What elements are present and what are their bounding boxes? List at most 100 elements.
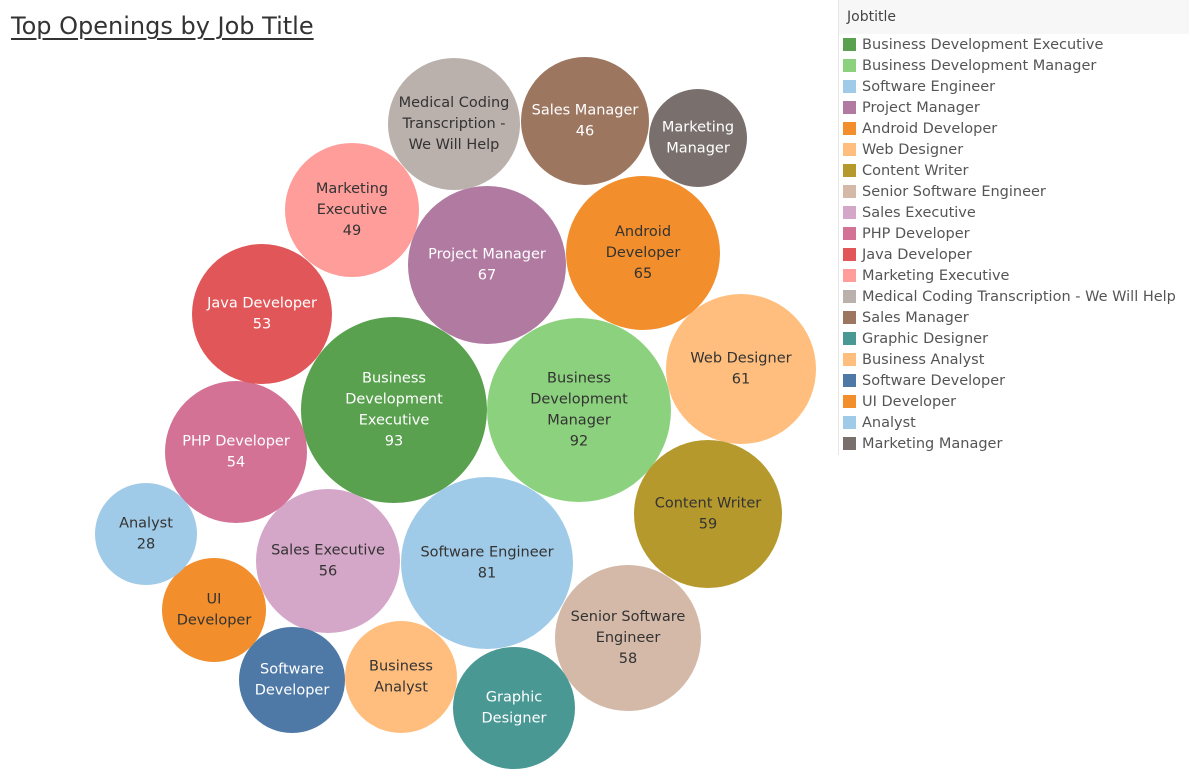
legend-item-medical-coding-transcription-we-will-help[interactable]: Medical Coding Transcription - We Will H… bbox=[839, 286, 1189, 307]
bubble-project-manager[interactable]: Project Manager 67 bbox=[408, 186, 566, 344]
legend-item-software-developer[interactable]: Software Developer bbox=[839, 370, 1189, 391]
bubble-circle[interactable] bbox=[239, 627, 345, 733]
bubble-label: Business bbox=[547, 371, 611, 387]
legend-item-content-writer[interactable]: Content Writer bbox=[839, 160, 1189, 181]
bubble-android-developer[interactable]: Android Developer 65 bbox=[566, 176, 720, 330]
bubble-circle[interactable] bbox=[634, 440, 782, 588]
legend-item-ui-developer[interactable]: UI Developer bbox=[839, 391, 1189, 412]
bubble-circle[interactable] bbox=[666, 294, 816, 444]
legend-label: Analyst bbox=[862, 414, 916, 431]
legend-label: Content Writer bbox=[862, 162, 969, 179]
bubble-circle[interactable] bbox=[401, 477, 573, 649]
legend-label: Sales Manager bbox=[862, 309, 969, 326]
bubble-label: Business bbox=[362, 371, 426, 387]
bubble-label: Sales Manager bbox=[532, 103, 639, 119]
bubble-java-developer[interactable]: Java Developer 53 bbox=[192, 244, 332, 384]
bubble-software-developer[interactable]: Software Developer bbox=[239, 627, 345, 733]
bubble-web-designer[interactable]: Web Designer 61 bbox=[666, 294, 816, 444]
bubble-circle[interactable] bbox=[345, 621, 457, 733]
legend-swatch bbox=[843, 227, 856, 240]
bubble-label: Senior Software bbox=[571, 609, 686, 625]
bubble-label: Marketing bbox=[662, 120, 734, 136]
legend-swatch bbox=[843, 38, 856, 51]
legend-item-php-developer[interactable]: PHP Developer bbox=[839, 223, 1189, 244]
legend-swatch bbox=[843, 206, 856, 219]
legend-item-business-development-manager[interactable]: Business Development Manager bbox=[839, 55, 1189, 76]
bubble-label: Sales Executive bbox=[271, 543, 385, 559]
bubble-sales-executive[interactable]: Sales Executive 56 bbox=[256, 489, 400, 633]
bubble-label: Android bbox=[615, 224, 671, 240]
bubble-analyst[interactable]: Analyst 28 bbox=[95, 483, 197, 585]
bubble-label: 54 bbox=[227, 455, 245, 471]
bubble-marketing-executive[interactable]: Marketing Executive 49 bbox=[285, 143, 419, 277]
legend-item-project-manager[interactable]: Project Manager bbox=[839, 97, 1189, 118]
legend-item-sales-manager[interactable]: Sales Manager bbox=[839, 307, 1189, 328]
legend-swatch bbox=[843, 311, 856, 324]
legend-item-graphic-designer[interactable]: Graphic Designer bbox=[839, 328, 1189, 349]
bubble-label: 61 bbox=[732, 372, 750, 388]
bubble-business-development-manager[interactable]: Business Development Manager 92 bbox=[487, 318, 671, 502]
bubble-label: Transcription - bbox=[401, 116, 505, 132]
legend-label: Java Developer bbox=[862, 246, 972, 263]
bubble-label: Development bbox=[530, 392, 628, 408]
legend-label: Web Designer bbox=[862, 141, 964, 158]
bubble-label: Java Developer bbox=[206, 296, 317, 312]
bubble-circle[interactable] bbox=[521, 57, 649, 185]
bubble-medical-coding-transcription-we-will-help[interactable]: Medical Coding Transcription - We Will Hel… bbox=[388, 58, 520, 190]
legend-label: Senior Software Engineer bbox=[862, 183, 1046, 200]
legend-item-java-developer[interactable]: Java Developer bbox=[839, 244, 1189, 265]
bubble-business-analyst[interactable]: Business Analyst bbox=[345, 621, 457, 733]
bubble-circle[interactable] bbox=[649, 89, 747, 187]
bubble-circle[interactable] bbox=[408, 186, 566, 344]
legend-swatch bbox=[843, 437, 856, 450]
bubble-php-developer[interactable]: PHP Developer 54 bbox=[165, 381, 307, 523]
bubble-content-writer[interactable]: Content Writer 59 bbox=[634, 440, 782, 588]
legend-item-business-development-executive[interactable]: Business Development Executive bbox=[839, 34, 1189, 55]
bubble-label: Engineer bbox=[596, 630, 661, 646]
bubble-senior-software-engineer[interactable]: Senior Software Engineer 58 bbox=[555, 565, 701, 711]
bubble-label: Business bbox=[369, 659, 433, 675]
legend-label: Marketing Executive bbox=[862, 267, 1010, 284]
bubble-label: Graphic bbox=[486, 690, 543, 706]
bubble-sales-manager[interactable]: Sales Manager 46 bbox=[521, 57, 649, 185]
legend-item-android-developer[interactable]: Android Developer bbox=[839, 118, 1189, 139]
legend-label: Software Developer bbox=[862, 372, 1006, 389]
legend-swatch bbox=[843, 143, 856, 156]
legend-title: Jobtitle bbox=[839, 0, 1189, 34]
legend-swatch bbox=[843, 122, 856, 135]
bubble-label: Manager bbox=[666, 141, 730, 157]
bubble-label: 59 bbox=[699, 517, 717, 533]
bubble-business-development-executive[interactable]: Business Development Executive 93 bbox=[301, 317, 487, 503]
bubble-label: Developer bbox=[255, 683, 330, 699]
bubble-circle[interactable] bbox=[192, 244, 332, 384]
legend-items: Business Development Executive Business D… bbox=[839, 34, 1189, 454]
legend-label: PHP Developer bbox=[862, 225, 970, 242]
legend-item-software-engineer[interactable]: Software Engineer bbox=[839, 76, 1189, 97]
legend-item-sales-executive[interactable]: Sales Executive bbox=[839, 202, 1189, 223]
bubble-label: Developer bbox=[177, 613, 252, 629]
bubble-circle[interactable] bbox=[453, 647, 575, 769]
legend-item-analyst[interactable]: Analyst bbox=[839, 412, 1189, 433]
legend-swatch bbox=[843, 374, 856, 387]
legend-item-senior-software-engineer[interactable]: Senior Software Engineer bbox=[839, 181, 1189, 202]
bubble-label: Software bbox=[260, 662, 324, 678]
legend-item-marketing-executive[interactable]: Marketing Executive bbox=[839, 265, 1189, 286]
bubble-label: 28 bbox=[137, 537, 155, 553]
bubble-label: Software Engineer bbox=[420, 545, 553, 561]
legend-item-web-designer[interactable]: Web Designer bbox=[839, 139, 1189, 160]
bubble-circle[interactable] bbox=[95, 483, 197, 585]
legend-item-business-analyst[interactable]: Business Analyst bbox=[839, 349, 1189, 370]
bubble-label: We Will Help bbox=[409, 137, 500, 153]
bubble-circle[interactable] bbox=[301, 317, 487, 503]
bubble-circle[interactable] bbox=[165, 381, 307, 523]
bubble-marketing-manager[interactable]: Marketing Manager bbox=[649, 89, 747, 187]
bubble-label: Analyst bbox=[374, 680, 428, 696]
bubble-software-engineer[interactable]: Software Engineer 81 bbox=[401, 477, 573, 649]
legend-item-marketing-manager[interactable]: Marketing Manager bbox=[839, 433, 1189, 454]
legend-swatch bbox=[843, 395, 856, 408]
legend-swatch bbox=[843, 59, 856, 72]
bubble-graphic-designer[interactable]: Graphic Designer bbox=[453, 647, 575, 769]
bubble-circle[interactable] bbox=[256, 489, 400, 633]
legend-label: Project Manager bbox=[862, 99, 980, 116]
bubble-circle[interactable] bbox=[487, 318, 671, 502]
